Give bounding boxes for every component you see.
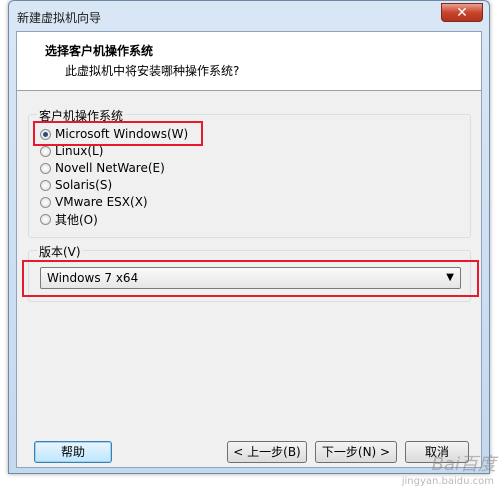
radio-label: VMware ESX(X) bbox=[55, 195, 148, 209]
radio-label: Novell NetWare(E) bbox=[55, 161, 165, 175]
wizard-client-area: 选择客户机操作系统 此虚拟机中将安装哪种操作系统? 客户机操作系统 Micros… bbox=[16, 31, 482, 468]
watermark-url: jingyan.baidu.com bbox=[401, 476, 494, 487]
radio-button-icon[interactable] bbox=[40, 162, 51, 174]
radio-novell-netware[interactable]: Novell NetWare(E) bbox=[40, 160, 165, 176]
window-title: 新建虚拟机向导 bbox=[17, 11, 102, 25]
close-icon: ✕ bbox=[456, 5, 468, 21]
radio-label: Solaris(S) bbox=[55, 178, 113, 192]
radio-solaris[interactable]: Solaris(S) bbox=[40, 177, 112, 193]
wizard-header: 选择客户机操作系统 此虚拟机中将安装哪种操作系统? bbox=[17, 32, 481, 91]
version-legend: 版本(V) bbox=[37, 243, 83, 260]
radio-label: Linux(L) bbox=[55, 144, 104, 158]
radio-vmware-esx[interactable]: VMware ESX(X) bbox=[40, 194, 148, 210]
radio-button-icon[interactable] bbox=[40, 213, 51, 225]
back-button[interactable]: < 上一步(B) bbox=[227, 441, 307, 463]
wizard-window: 新建虚拟机向导 ✕ 选择客户机操作系统 此虚拟机中将安装哪种操作系统? 客户机操… bbox=[8, 0, 490, 474]
page-subtitle: 此虚拟机中将安装哪种操作系统? bbox=[65, 64, 240, 78]
help-button[interactable]: 帮助 bbox=[34, 441, 112, 463]
radio-button-icon[interactable] bbox=[40, 196, 51, 208]
page-title: 选择客户机操作系统 bbox=[45, 44, 154, 58]
highlight-box-os bbox=[33, 121, 203, 146]
close-button[interactable]: ✕ bbox=[441, 3, 483, 22]
radio-label: 其他(O) bbox=[55, 212, 98, 227]
version-group: 版本(V) Windows 7 x64 ▼ bbox=[22, 243, 479, 302]
radio-button-icon[interactable] bbox=[40, 145, 51, 157]
highlight-box-version bbox=[22, 260, 479, 297]
next-button[interactable]: 下一步(N) > bbox=[315, 441, 397, 463]
guest-os-group: 客户机操作系统 Microsoft Windows(W) Linux(L) No… bbox=[28, 107, 471, 238]
radio-other[interactable]: 其他(O) bbox=[40, 211, 98, 227]
title-bar[interactable]: 新建虚拟机向导 ✕ bbox=[9, 1, 489, 31]
watermark-logo: Bai百度 bbox=[431, 454, 496, 475]
radio-button-icon[interactable] bbox=[40, 179, 51, 191]
